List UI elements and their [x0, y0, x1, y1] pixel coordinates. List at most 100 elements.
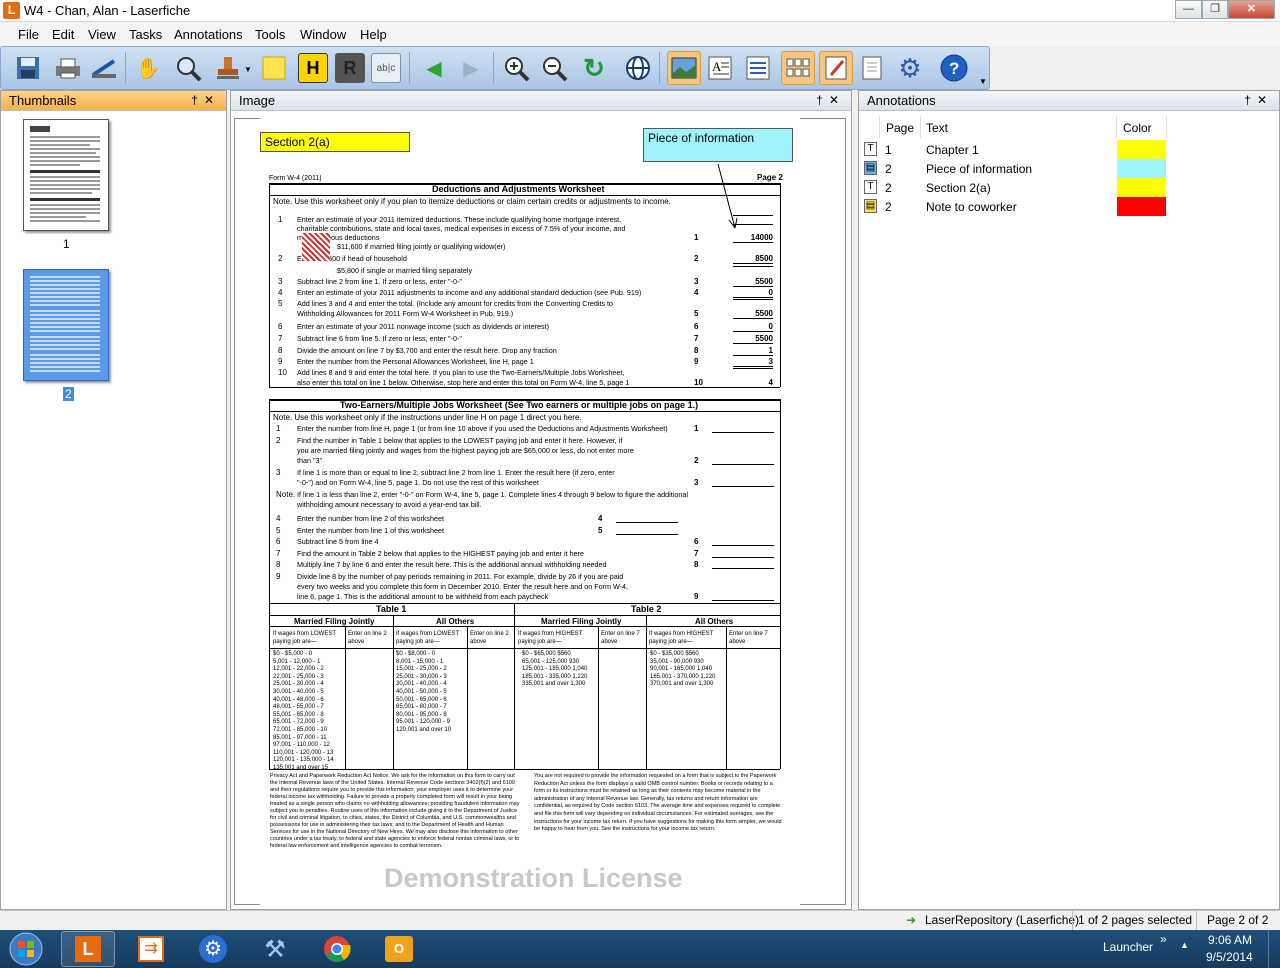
page-thumbnail-2[interactable] — [23, 269, 109, 381]
help-icon[interactable]: ? — [939, 53, 969, 83]
ws1-amount-field[interactable]: 5500 — [733, 334, 773, 344]
clock-date[interactable]: 9/5/2014 — [1206, 950, 1253, 964]
ws2-amount-field[interactable] — [712, 486, 774, 487]
ws1-amount-field[interactable] — [733, 368, 773, 369]
workflow-taskbar-icon[interactable]: ⇉ — [124, 931, 178, 967]
ws1-amount-field[interactable] — [733, 224, 773, 225]
admin-console-taskbar-icon[interactable]: ⚙ — [186, 931, 240, 967]
ws2-line-text: Find the amount in Table 2 below that ap… — [297, 549, 585, 558]
ws1-amount-field[interactable] — [733, 215, 773, 216]
ws1-amount-field[interactable]: 0 — [733, 322, 773, 332]
redaction-icon[interactable]: R — [335, 53, 365, 83]
close-panel-icon[interactable]: ✕ — [829, 93, 845, 107]
ws1-amount-field[interactable] — [733, 242, 773, 243]
zoom-in-icon[interactable] — [501, 53, 531, 83]
annotation-row[interactable]: T 1 Chapter 1 — [862, 140, 1280, 159]
text-box-icon[interactable]: ab|c — [371, 53, 401, 83]
redaction-mark[interactable] — [302, 233, 330, 261]
ws2-amount-field[interactable] — [712, 432, 774, 433]
annotation-row[interactable]: T 2 Section 2(a) — [862, 178, 1280, 197]
menu-file[interactable]: File — [18, 27, 39, 42]
annotation-row[interactable]: ▤ 2 Piece of information — [862, 159, 1280, 178]
stamp-dropdown-icon[interactable]: ▼ — [244, 65, 252, 74]
pin-icon[interactable]: † — [816, 93, 829, 107]
pin-icon[interactable]: † — [191, 93, 204, 107]
outlook-taskbar-icon[interactable]: O — [372, 931, 426, 967]
table-row: 110,001 - 120,000 - 13 — [273, 749, 334, 756]
sticky-note-icon[interactable] — [259, 53, 289, 83]
thumbnail-view-icon[interactable] — [781, 51, 815, 85]
laserfiche-app-icon[interactable]: L — [3, 2, 20, 19]
ws1-line-ref: 2 — [694, 254, 699, 263]
text-annotation-section[interactable]: Section 2(a) — [260, 132, 410, 152]
print-icon[interactable] — [53, 53, 83, 83]
ws1-amount-field[interactable]: 1 — [733, 346, 773, 356]
ws2-amount-field[interactable] — [616, 534, 678, 535]
ws1-amount-field[interactable]: 5500 — [733, 309, 773, 319]
column-header-text[interactable]: Text — [926, 121, 948, 135]
document-page[interactable]: Section 2(a) Piece of information Form W… — [260, 118, 800, 908]
annotation-row[interactable]: ▤ 2 Note to coworker — [862, 197, 1280, 216]
ws1-amount-field[interactable] — [733, 266, 773, 267]
ws2-amount-field[interactable] — [712, 545, 774, 546]
ws1-amount-field[interactable]: 4 — [733, 378, 773, 388]
laserfiche-taskbar-icon[interactable]: L — [61, 931, 115, 967]
ws1-amount-field[interactable]: 3 — [733, 357, 773, 367]
menu-help[interactable]: Help — [360, 27, 387, 42]
chrome-taskbar-icon[interactable] — [310, 931, 364, 967]
image-view-icon[interactable] — [667, 51, 701, 85]
scan-icon[interactable] — [89, 53, 119, 83]
save-icon[interactable] — [13, 53, 43, 83]
launcher-chevron-icon[interactable]: » — [1160, 932, 1167, 946]
settings-gear-icon[interactable]: ⚙ — [895, 53, 925, 83]
clock-time[interactable]: 9:06 AM — [1208, 933, 1252, 947]
minimize-button[interactable]: — — [1175, 0, 1202, 19]
ws1-amount-field[interactable]: 8500 — [733, 254, 773, 264]
menu-tasks[interactable]: Tasks — [129, 27, 162, 42]
highlight-icon[interactable]: H — [298, 53, 328, 83]
text-view-icon[interactable]: A — [705, 53, 735, 83]
close-panel-icon[interactable]: ✕ — [1257, 93, 1273, 107]
close-panel-icon[interactable]: ✕ — [204, 93, 220, 107]
thumbnails-title: Thumbnails — [9, 93, 77, 108]
annotations-view-icon[interactable] — [819, 51, 853, 85]
zoom-out-icon[interactable] — [539, 53, 569, 83]
ws1-amount-field[interactable]: 5500 — [733, 277, 773, 287]
web-browse-icon[interactable] — [623, 53, 653, 83]
maximize-button[interactable]: ❐ — [1202, 0, 1228, 19]
launcher-label[interactable]: Launcher — [1103, 940, 1153, 954]
menu-edit[interactable]: Edit — [52, 27, 74, 42]
ws1-amount-field[interactable]: 0 — [733, 288, 773, 298]
page-thumbnail-1[interactable] — [23, 119, 109, 231]
zoom-select-icon[interactable] — [173, 53, 203, 83]
menu-view[interactable]: View — [88, 27, 116, 42]
close-button[interactable]: ✕ — [1228, 0, 1275, 19]
pan-hand-icon[interactable]: ✋ — [133, 53, 163, 83]
toolbar-overflow-icon[interactable]: ▼ — [979, 77, 987, 86]
column-header-page[interactable]: Page — [886, 121, 914, 135]
stamp-icon[interactable] — [213, 53, 243, 83]
ws1-amount-field[interactable] — [733, 299, 773, 300]
menu-window[interactable]: Window — [300, 27, 346, 42]
pin-icon[interactable]: † — [1244, 93, 1257, 107]
document-properties-icon[interactable] — [857, 53, 887, 83]
ws2-amount-field[interactable] — [616, 522, 678, 523]
metadata-view-icon[interactable] — [743, 53, 773, 83]
rotate-icon[interactable]: ↻ — [579, 53, 609, 83]
ws2-amount-field[interactable] — [712, 557, 774, 558]
column-header-color[interactable]: Color — [1123, 121, 1152, 135]
ws1-line-number: 1 — [278, 215, 283, 224]
ws2-amount-field[interactable] — [712, 464, 774, 465]
tools-taskbar-icon[interactable]: ⚒ — [248, 931, 302, 967]
table1-title: Table 1 — [376, 604, 407, 614]
ws2-amount-field[interactable] — [712, 568, 774, 569]
previous-page-icon[interactable]: ◀ — [419, 53, 449, 83]
start-button[interactable] — [4, 931, 48, 967]
sticky-note-info[interactable]: Piece of information — [643, 128, 793, 162]
ws2-amount-field[interactable] — [712, 600, 774, 601]
menu-tools[interactable]: Tools — [255, 27, 285, 42]
tray-expand-icon[interactable]: ▲ — [1180, 940, 1189, 950]
show-desktop-button[interactable] — [1268, 930, 1280, 968]
table-row: 165,001 - 370,000 1,220 — [650, 673, 716, 680]
menu-annotations[interactable]: Annotations — [174, 27, 243, 42]
